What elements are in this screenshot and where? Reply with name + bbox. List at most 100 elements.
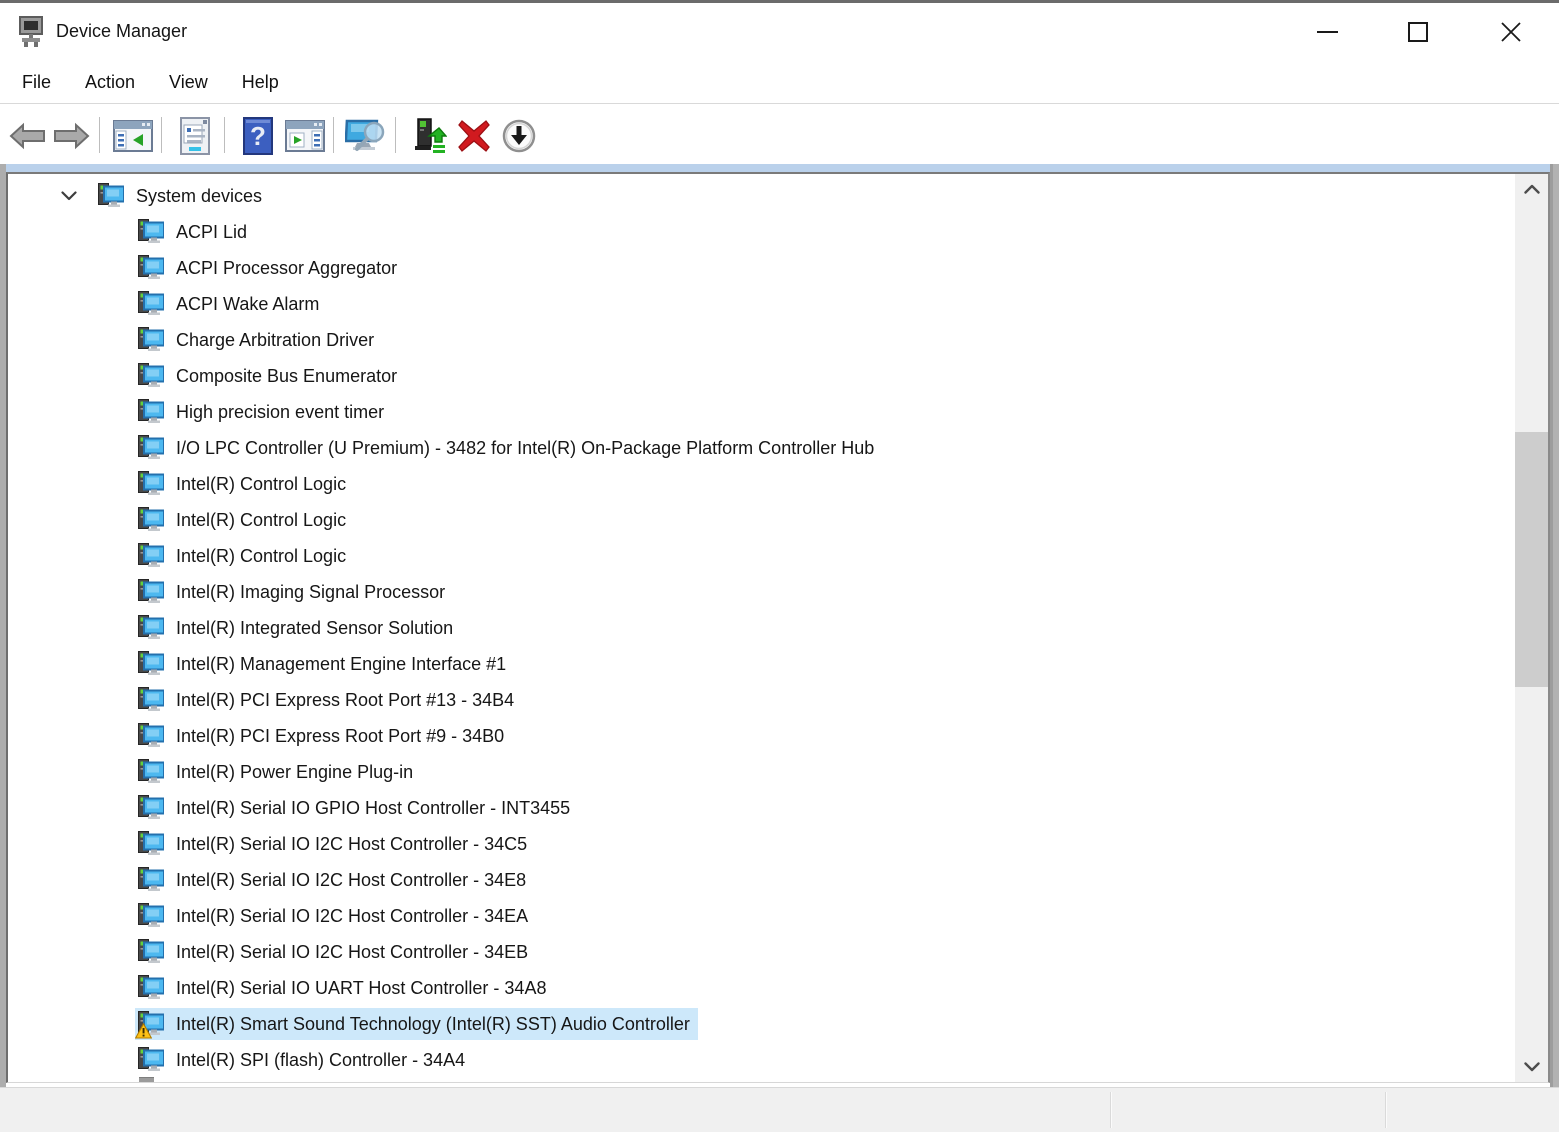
device-label: Intel(R) PCI Express Root Port #13 - 34B… <box>176 689 515 710</box>
minimize-icon <box>1316 31 1338 33</box>
device-icon <box>138 291 165 317</box>
device-tree: System devices ACPI Lid ACPI Processor A… <box>8 174 1515 1082</box>
help-button[interactable]: ? <box>239 114 277 158</box>
tree-item-system-devices[interactable]: System devices <box>8 178 1515 214</box>
update-driver-icon <box>415 118 447 153</box>
device-icon <box>138 759 165 785</box>
device-label: Charge Arbitration Driver <box>176 329 375 350</box>
device-icon <box>138 831 165 857</box>
tree-item[interactable]: Intel(R) Control Logic <box>8 502 1515 538</box>
properties-button[interactable] <box>174 114 216 158</box>
action-pane-button[interactable] <box>283 114 327 158</box>
device-icon <box>138 255 165 281</box>
toolbar-separator <box>161 117 162 153</box>
tree-item[interactable]: Intel(R) Control Logic <box>8 466 1515 502</box>
device-icon <box>138 687 165 713</box>
device-icon <box>138 1047 165 1073</box>
scroll-down-button[interactable] <box>1515 1054 1548 1080</box>
toolbar-separator <box>395 117 396 153</box>
device-icon <box>138 327 165 353</box>
device-icon <box>134 1011 165 1039</box>
device-label: Intel(R) Serial IO I2C Host Controller -… <box>176 833 528 854</box>
tree-item[interactable]: Intel(R) Imaging Signal Processor <box>8 574 1515 610</box>
device-label: Intel(R) Serial IO I2C Host Controller -… <box>176 869 527 890</box>
tree-item[interactable]: Intel(R) PCI Express Root Port #9 - 34B0 <box>8 718 1515 754</box>
tree-item[interactable]: Intel(R) Control Logic <box>8 538 1515 574</box>
tree-item[interactable]: Intel(R) PCI Express Root Port #13 - 34B… <box>8 682 1515 718</box>
console-tree-button[interactable] <box>111 114 155 158</box>
tree-item[interactable]: Intel(R) Serial IO I2C Host Controller -… <box>8 826 1515 862</box>
tree-item[interactable]: I/O LPC Controller (U Premium) - 3482 fo… <box>8 430 1515 466</box>
chevron-down-icon[interactable] <box>60 187 78 205</box>
device-icon <box>138 507 165 533</box>
device-label: I/O LPC Controller (U Premium) - 3482 fo… <box>176 437 875 458</box>
device-icon <box>138 795 165 821</box>
device-icon <box>138 543 165 569</box>
device-label: High precision event timer <box>176 401 385 422</box>
device-icon <box>138 219 165 245</box>
tree-item[interactable]: Intel(R) Serial IO GPIO Host Controller … <box>8 790 1515 826</box>
device-icon <box>138 579 165 605</box>
uninstall-device-icon <box>458 120 490 152</box>
device-icon <box>138 651 165 677</box>
tree-item-label: System devices <box>136 185 263 206</box>
scroll-up-button[interactable] <box>1515 176 1548 202</box>
device-manager-icon <box>17 15 47 49</box>
tree-item[interactable]: ACPI Lid <box>8 214 1515 250</box>
tree-item[interactable]: Intel(R) SPI (flash) Controller - 34A4 <box>8 1042 1515 1078</box>
device-label: Intel(R) Control Logic <box>176 473 347 494</box>
tree-item[interactable]: ACPI Processor Aggregator <box>8 250 1515 286</box>
forward-button[interactable] <box>51 114 91 158</box>
tree-item[interactable]: Intel(R) Serial IO I2C Host Controller -… <box>8 898 1515 934</box>
menu-view[interactable]: View <box>169 72 208 93</box>
device-icon <box>138 975 165 1001</box>
minimize-button[interactable] <box>1296 9 1358 55</box>
scan-hardware-icon <box>345 119 385 151</box>
tree-item[interactable]: ACPI Wake Alarm <box>8 286 1515 322</box>
device-label: Composite Bus Enumerator <box>176 365 398 386</box>
maximize-icon <box>1408 22 1428 42</box>
close-button[interactable] <box>1480 9 1542 55</box>
menu-file[interactable]: File <box>22 72 51 93</box>
tree-item[interactable]: Intel(R) Management Engine Interface #1 <box>8 646 1515 682</box>
tree-item-selected[interactable]: Intel(R) Smart Sound Technology (Intel(R… <box>8 1006 1515 1042</box>
tree-item[interactable]: Intel(R) Integrated Sensor Solution <box>8 610 1515 646</box>
tree-item[interactable]: Intel(R) Serial IO I2C Host Controller -… <box>8 934 1515 970</box>
disable-device-button[interactable] <box>499 114 539 158</box>
tree-item[interactable]: Composite Bus Enumerator <box>8 358 1515 394</box>
device-label: Intel(R) Management Engine Interface #1 <box>176 653 507 674</box>
action-pane-icon <box>285 120 325 152</box>
console-tree-icon <box>113 120 153 152</box>
device-icon <box>138 939 165 965</box>
scan-hardware-button[interactable] <box>344 114 388 158</box>
device-label: Intel(R) Control Logic <box>176 509 347 530</box>
device-icon <box>138 435 165 461</box>
vertical-scrollbar[interactable] <box>1515 174 1548 1082</box>
menu-help[interactable]: Help <box>242 72 279 93</box>
update-driver-button[interactable] <box>410 114 450 158</box>
arrow-back-icon <box>9 122 45 150</box>
device-label: Intel(R) Serial IO I2C Host Controller -… <box>176 941 529 962</box>
tree-item[interactable]: Intel(R) Serial IO I2C Host Controller -… <box>8 862 1515 898</box>
disable-device-icon <box>502 119 536 153</box>
warning-icon <box>134 1022 153 1039</box>
maximize-button[interactable] <box>1387 9 1449 55</box>
tree-item[interactable]: High precision event timer <box>8 394 1515 430</box>
device-label: Intel(R) Imaging Signal Processor <box>176 581 446 602</box>
device-icon <box>138 867 165 893</box>
scrollbar-thumb[interactable] <box>1515 432 1548 687</box>
uninstall-device-button[interactable] <box>455 114 493 158</box>
device-label: ACPI Processor Aggregator <box>176 257 398 278</box>
device-label: ACPI Lid <box>176 221 248 242</box>
device-label: Intel(R) Integrated Sensor Solution <box>176 617 454 638</box>
tree-item[interactable]: Charge Arbitration Driver <box>8 322 1515 358</box>
properties-icon <box>180 117 210 155</box>
statusbar <box>0 1087 1559 1132</box>
back-button[interactable] <box>8 114 48 158</box>
tree-item[interactable]: Intel(R) Serial IO UART Host Controller … <box>8 970 1515 1006</box>
menu-action[interactable]: Action <box>85 72 135 93</box>
device-label: ACPI Wake Alarm <box>176 293 320 314</box>
device-icon <box>138 363 165 389</box>
toolbar-separator <box>333 117 334 153</box>
tree-item[interactable]: Intel(R) Power Engine Plug-in <box>8 754 1515 790</box>
